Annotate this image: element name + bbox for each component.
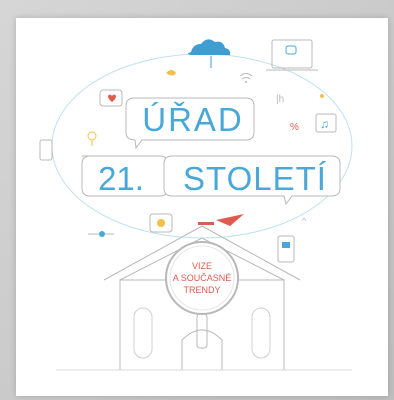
tablet-icon [277,235,295,263]
title-line-2-word: STOLETÍ [183,160,327,197]
small-arrow-icon: ^ [302,216,307,226]
badge-line-1: VIZE [192,261,212,271]
cloud-icon [188,39,231,68]
title-bubble-1: ÚŘAD [125,97,255,150]
badge-line-3: TRENDY [183,285,220,295]
book-cover: |h ♫ % ÚŘAD 21. STOLETÍ ^ VIZE A SOUČASN… [16,18,388,396]
cover-illustration: |h ♫ % ÚŘAD 21. STOLETÍ ^ VIZE A SOUČASN… [39,39,353,371]
title-line-2-number: 21. [98,160,144,197]
ellipse-outline [51,53,353,239]
magnifying-glass-icon: VIZE A SOUČASNÉ TRENDY [165,241,239,349]
percent-icon: % [290,122,299,133]
paper-plane-icon [216,214,244,226]
title-bubble-3: STOLETÍ [163,155,341,206]
svg-text:♫: ♫ [320,117,329,131]
key-icon [88,231,114,237]
wifi-icon [239,73,253,83]
music-note-icon: ♫ [315,113,337,133]
phone-icon [39,139,53,161]
heart-icon [99,89,123,107]
dot-icon [320,94,324,98]
dash-icon [198,222,214,225]
cover-viewer: |h ♫ % ÚŘAD 21. STOLETÍ ^ VIZE A SOUČASN… [0,0,394,400]
fish-icon [166,70,176,76]
smiley-icon [149,213,173,233]
badge-line-2: A SOUČASNÉ [173,273,232,283]
stats-icon: |h [276,94,284,105]
title-bubble-2: 21. [81,155,169,197]
lightbulb-icon [87,131,97,146]
title-line-1: ÚŘAD [142,101,244,138]
